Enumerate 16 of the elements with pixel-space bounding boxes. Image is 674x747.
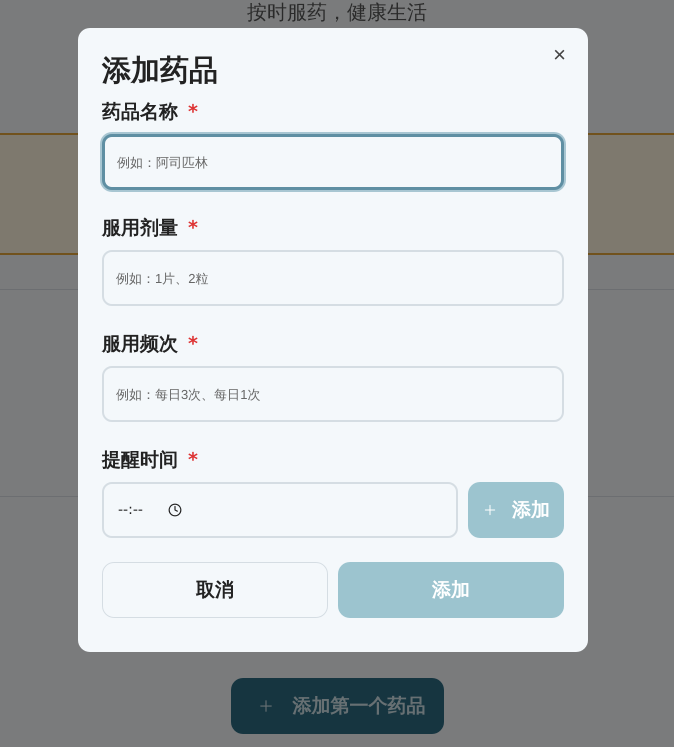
- field-label: 药品名称: [102, 100, 178, 125]
- time-field[interactable]: --:--: [102, 482, 458, 538]
- required-mark: *: [188, 217, 198, 239]
- close-button[interactable]: ×: [547, 40, 572, 70]
- dialog-title: 添加药品: [102, 52, 218, 89]
- required-mark: *: [188, 333, 198, 355]
- required-mark: *: [188, 101, 198, 123]
- plus-icon: [482, 502, 498, 518]
- field-label: 服用频次: [102, 332, 178, 357]
- required-mark: *: [188, 449, 198, 471]
- field-label: 提醒时间: [102, 448, 178, 473]
- field-label: 服用剂量: [102, 216, 178, 241]
- cancel-button[interactable]: 取消: [102, 562, 328, 618]
- subtitle: 按时服药，健康生活: [247, 0, 427, 24]
- clock-icon[interactable]: [168, 503, 182, 517]
- input-field[interactable]: 例如：阿司匹林: [102, 134, 564, 190]
